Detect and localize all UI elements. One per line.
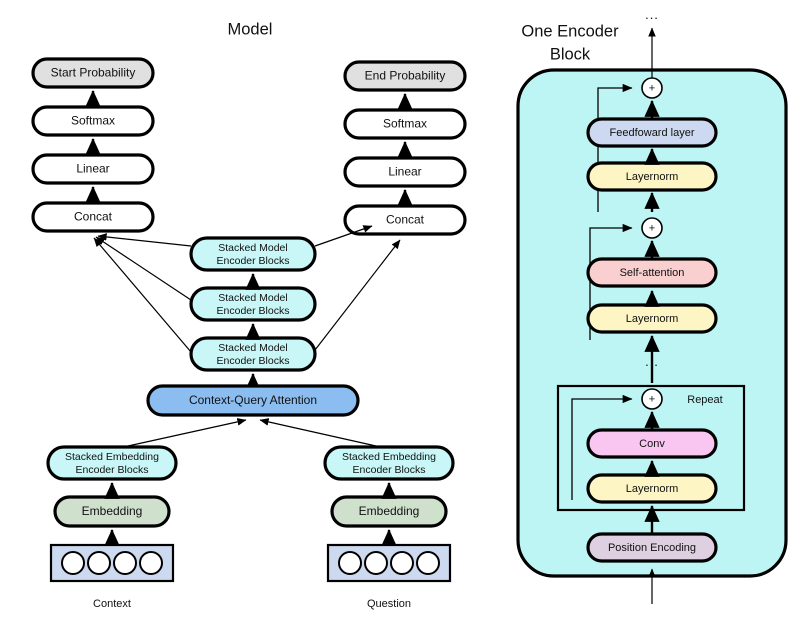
top-ellipsis: ... <box>645 7 659 22</box>
stacked-model-encoder-3-line2: Encoder Blocks <box>217 255 290 267</box>
residual-add-1-symbol: + <box>649 393 655 405</box>
stacked-model-encoder-1-line1: Stacked Model <box>218 342 287 354</box>
page-title-model: Model <box>228 20 273 38</box>
concat-label-right: Concat <box>386 213 425 227</box>
embedding-label-context: Embedding <box>82 504 143 518</box>
repeat-label: Repeat <box>687 394 722 406</box>
stacked-embedding-question-line1: Stacked Embedding <box>342 451 436 463</box>
context-query-attention-label: Context-Query Attention <box>189 393 317 407</box>
context-caption: Context <box>93 598 131 610</box>
embedding-label-question: Embedding <box>359 504 420 518</box>
stacked-model-encoder-3-line1: Stacked Model <box>218 242 287 254</box>
softmax-label-left: Softmax <box>71 114 115 128</box>
stacked-embedding-context-line1: Stacked Embedding <box>65 451 159 463</box>
linear-label-left: Linear <box>76 162 109 176</box>
question-token-3 <box>416 551 440 575</box>
residual-add-2-symbol: + <box>649 222 655 234</box>
start-probability-label: Start Probability <box>51 66 136 80</box>
feedforward-layer-label: Feedfoward layer <box>610 127 695 139</box>
layernorm-label-2: Layernorm <box>626 313 679 325</box>
stacked-embedding-context-line2: Encoder Blocks <box>76 464 149 476</box>
residual-add-3-symbol: + <box>649 82 655 94</box>
page-title-encoder-line2: Block <box>550 45 591 63</box>
layernorm-label-3: Layernorm <box>626 171 679 183</box>
context-token-3 <box>139 551 163 575</box>
stacked-model-encoder-1-line2: Encoder Blocks <box>217 355 290 367</box>
middle-ellipsis: ... <box>645 354 659 369</box>
context-token-0 <box>61 551 85 575</box>
linear-label-right: Linear <box>388 165 421 179</box>
context-token-1 <box>87 551 111 575</box>
conv-label: Conv <box>639 438 665 450</box>
question-token-1 <box>364 551 388 575</box>
context-token-2 <box>113 551 137 575</box>
stacked-model-encoder-2-line2: Encoder Blocks <box>217 305 290 317</box>
concat-label-left: Concat <box>74 210 113 224</box>
softmax-label-right: Softmax <box>383 117 427 131</box>
self-attention-label: Self-attention <box>620 267 685 279</box>
stacked-embedding-question-line2: Encoder Blocks <box>353 464 426 476</box>
layernorm-label-1: Layernorm <box>626 483 679 495</box>
question-caption: Question <box>367 598 411 610</box>
diagram-canvas: Model One Encoder Block ... + Feedfoward… <box>0 0 804 625</box>
page-title-encoder-line1: One Encoder <box>521 22 619 40</box>
question-token-0 <box>338 551 362 575</box>
end-probability-label: End Probability <box>365 69 446 83</box>
position-encoding-label: Position Encoding <box>608 542 696 554</box>
stacked-model-encoder-2-line1: Stacked Model <box>218 292 287 304</box>
question-token-2 <box>390 551 414 575</box>
